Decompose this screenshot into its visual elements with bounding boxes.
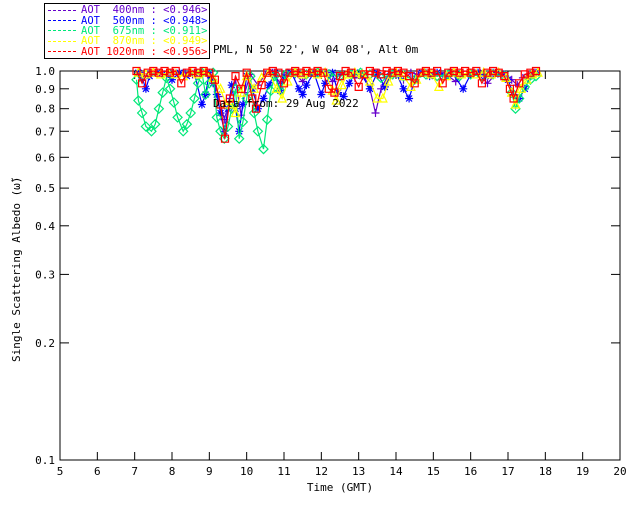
- legend-item-0: AOT 400nm : <0.946>: [48, 4, 208, 17]
- y-tick-label: 0.9: [35, 83, 55, 96]
- y-tick-label: 0.6: [35, 151, 55, 164]
- x-tick-label: 19: [576, 465, 589, 478]
- x-tick-label: 11: [277, 465, 290, 478]
- x-tick-label: 10: [240, 465, 253, 478]
- y-tick-label: 0.5: [35, 182, 55, 195]
- x-tick-label: 15: [427, 465, 440, 478]
- y-axis-label: Single Scattering Albedo (ω̃): [10, 176, 23, 362]
- x-tick-label: 5: [57, 465, 64, 478]
- x-tick-label: 13: [352, 465, 365, 478]
- title-block: PML, N 50 22', W 04 08', Alt 0m Data fro…: [213, 5, 418, 149]
- x-axis-label: Time (GMT): [306, 481, 374, 494]
- x-tick-label: 18: [539, 465, 552, 478]
- y-tick-label: 0.7: [35, 125, 55, 138]
- legend-line-sample: [48, 20, 76, 22]
- y-tick-label: 0.3: [35, 268, 55, 281]
- x-tick-label: 14: [389, 465, 403, 478]
- y-tick-label: 0.2: [35, 337, 55, 350]
- x-tick-label: 16: [464, 465, 477, 478]
- legend-label: AOT 1020nm : <0.956>: [81, 45, 208, 58]
- plot-page: 5 6 7 8 9 10 11 12 13 14 15 16 17 18 19 20 1.0 0.9 0.8 0.7 0…: [0, 0, 640, 512]
- x-tick-label: 6: [94, 465, 101, 478]
- legend-line-sample: [48, 40, 76, 42]
- date-title: Data from: 29 Aug 2022: [213, 97, 359, 110]
- legend-label: AOT 400nm : <0.946>: [81, 4, 208, 17]
- y-tick-label: 1.0: [35, 65, 55, 78]
- x-tick-label: 8: [169, 465, 176, 478]
- x-tick-label: 17: [501, 465, 514, 478]
- x-tick-label: 9: [206, 465, 213, 478]
- y-tick-label: 0.1: [35, 454, 55, 467]
- legend-item-4: AOT 1020nm : <0.956>: [48, 45, 208, 58]
- legend-item-3: AOT 870nm : <0.949>: [48, 35, 208, 48]
- legend-line-sample: [48, 9, 76, 11]
- legend-line-sample: [48, 30, 76, 32]
- legend-label: AOT 870nm : <0.949>: [81, 35, 208, 48]
- legend-box: AOT 400nm : <0.946> AOT 500nm : <0.948> AO…: [44, 3, 210, 59]
- y-tick-label: 0.8: [35, 103, 55, 116]
- x-tick-label: 20: [613, 465, 626, 478]
- x-tick-label: 12: [315, 465, 328, 478]
- y-tick-label: 0.4: [35, 220, 55, 233]
- legend-line-sample: [48, 51, 76, 53]
- x-tick-label: 7: [131, 465, 138, 478]
- site-title: PML, N 50 22', W 04 08', Alt 0m: [213, 43, 419, 56]
